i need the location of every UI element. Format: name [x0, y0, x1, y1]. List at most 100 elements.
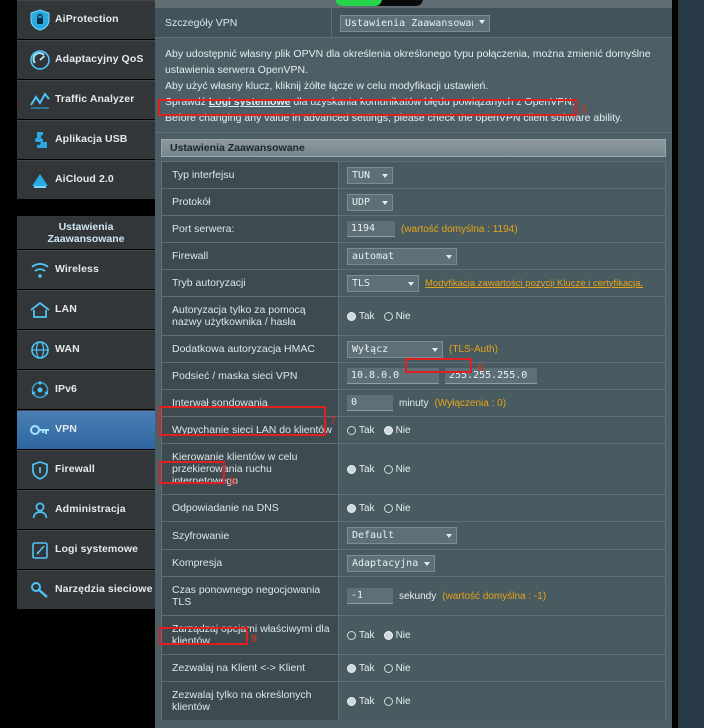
- gauge-icon: [25, 47, 55, 73]
- sidebar-item-usb-application[interactable]: Aplikacja USB: [17, 120, 155, 160]
- dns-respond-yes[interactable]: Tak: [347, 503, 375, 514]
- row-manage-client-options: Zarządzaj opcjami właściwymi dla klientó…: [162, 616, 665, 655]
- sidebar-item-wireless[interactable]: Wireless: [17, 250, 155, 290]
- dns-respond-no[interactable]: Nie: [383, 503, 411, 514]
- sidebar-divider: [0, 200, 155, 216]
- only-specified-clients-yes[interactable]: Tak: [347, 696, 375, 707]
- sidebar-item-label: AiProtection: [55, 13, 119, 26]
- server-port-input[interactable]: [347, 221, 395, 237]
- encryption-select[interactable]: DefaultNoneAES-128-CBCAES-256-CBC: [347, 527, 457, 544]
- sidebar-advanced-menu: Ustawienia Zaawansowane Wireless LAN WAN…: [17, 216, 155, 610]
- row-subnet-mask: Podsieć / maska sieci VPN: [162, 363, 665, 390]
- poll-interval-input[interactable]: [347, 395, 393, 411]
- sidebar-item-vpn[interactable]: VPN: [17, 410, 155, 450]
- sidebar-item-firewall[interactable]: Firewall: [17, 450, 155, 490]
- firewall-label: Firewall: [162, 243, 339, 269]
- client-to-client-no[interactable]: Nie: [383, 662, 411, 674]
- wifi-icon: [25, 257, 55, 283]
- sidebar-item-label: Traffic Analyzer: [55, 93, 135, 106]
- row-redirect-internet: Kierowanie klientów w celu przekierowani…: [162, 444, 665, 495]
- hmac-select[interactable]: WyłączSHA1SHA256: [347, 340, 443, 358]
- username-only-auth-yes[interactable]: Tak: [347, 311, 375, 322]
- row-encryption: Szyfrowanie DefaultNoneAES-128-CBCAES-25…: [162, 522, 665, 550]
- row-push-lan: Wypychanie sieci LAN do klientów Tak Nie: [162, 417, 665, 444]
- sidebar-item-label: Adaptacyjny QoS: [55, 53, 144, 66]
- sidebar-item-network-tools[interactable]: Narzędzia sieciowe: [17, 570, 155, 610]
- manage-client-options-yes[interactable]: Tak: [347, 630, 375, 641]
- poll-interval-label: Interwał sondowania: [162, 390, 339, 416]
- sidebar-advanced-header-line2: Zaawansowane: [47, 232, 125, 245]
- auth-mode-label: Tryb autoryzacji: [162, 270, 339, 296]
- sidebar-advanced-header-line1: Ustawienia: [58, 220, 114, 233]
- vpn-details-select[interactable]: Ustawienia ZaawansowaneOgólne: [340, 15, 490, 32]
- sidebar-item-system-log[interactable]: Logi systemowe: [17, 530, 155, 570]
- redirect-internet-yes[interactable]: Tak: [347, 464, 375, 475]
- sidebar-item-administration[interactable]: Administracja: [17, 490, 155, 530]
- system-log-link[interactable]: Logi systemowe: [209, 96, 291, 108]
- sidebar-item-aiprotection[interactable]: AiProtection: [17, 0, 155, 40]
- row-firewall: Firewall automatWyłączWłasne: [162, 243, 665, 270]
- poll-interval-note: (Wyłączenia : 0): [434, 397, 507, 409]
- sidebar-item-label: IPv6: [55, 383, 77, 396]
- protocol-select[interactable]: UDPTCP: [347, 193, 393, 211]
- tls-renegotiation-note: (wartość domyślna : -1): [442, 590, 547, 602]
- sidebar-item-label: Narzędzia sieciowe: [55, 583, 153, 596]
- client-to-client-yes[interactable]: Tak: [347, 663, 375, 674]
- sidebar-item-traffic-analyzer[interactable]: Traffic Analyzer: [17, 80, 155, 120]
- tls-renegotiation-label: Czas ponownego negocjowania TLS: [162, 577, 339, 615]
- sidebar-item-label: Logi systemowe: [55, 543, 139, 556]
- vpn-enable-toggle[interactable]: [335, 0, 423, 6]
- firewall-select[interactable]: automatWyłączWłasne: [347, 247, 457, 265]
- chart-line-icon: [25, 87, 55, 113]
- vpn-subnet-input[interactable]: [347, 368, 439, 384]
- radio-label: Tak: [359, 629, 375, 641]
- client-to-client-radiogroup: Tak Nie: [347, 663, 411, 674]
- encryption-label: Szyfrowanie: [162, 522, 339, 549]
- log-pencil-icon: [25, 537, 55, 563]
- radio-label: Nie: [395, 662, 411, 674]
- row-server-port: Port serwera: (wartość domyślna : 1194): [162, 216, 665, 243]
- radio-label: Nie: [395, 629, 411, 641]
- username-only-auth-no[interactable]: Nie: [383, 310, 411, 322]
- only-specified-clients-no[interactable]: Nie: [383, 695, 411, 707]
- sidebar-item-label: Firewall: [55, 463, 95, 476]
- only-specified-clients-radiogroup: Tak Nie: [347, 696, 411, 707]
- radio-label: Nie: [395, 695, 411, 707]
- advanced-settings-section-title: Ustawienia Zaawansowane: [161, 139, 666, 157]
- sidebar-item-wan[interactable]: WAN: [17, 330, 155, 370]
- push-lan-no[interactable]: Nie: [383, 425, 411, 436]
- subnet-mask-label: Podsieć / maska sieci VPN: [162, 363, 339, 389]
- hmac-note: (TLS-Auth): [449, 343, 498, 355]
- sidebar: AiProtection Adaptacyjny QoS Traffic Ana…: [0, 0, 155, 728]
- server-port-note: (wartość domyślna : 1194): [401, 223, 518, 235]
- row-client-to-client: Zezwalaj na Klient <-> Klient Tak Nie: [162, 655, 665, 682]
- sidebar-item-label: WAN: [55, 343, 80, 356]
- interface-type-select[interactable]: TUNTAP: [347, 166, 393, 184]
- manage-client-options-no[interactable]: Nie: [383, 629, 411, 641]
- row-tls-renegotiation: Czas ponownego negocjowania TLS sekundy …: [162, 577, 665, 616]
- cloud-house-icon: [25, 167, 55, 193]
- row-hmac: Dodatkowa autoryzacja HMAC WyłączSHA1SHA…: [162, 336, 665, 363]
- sidebar-item-lan[interactable]: LAN: [17, 290, 155, 330]
- sidebar-item-label: LAN: [55, 303, 77, 316]
- sidebar-item-adaptive-qos[interactable]: Adaptacyjny QoS: [17, 40, 155, 80]
- right-background-pane: [672, 0, 704, 728]
- compression-select[interactable]: AdaptacyjnaBrakLZO: [347, 554, 435, 572]
- redirect-internet-label: Kierowanie klientów w celu przekierowani…: [162, 444, 339, 494]
- sidebar-item-label: AiCloud 2.0: [55, 173, 114, 186]
- hmac-label: Dodatkowa autoryzacja HMAC: [162, 336, 339, 362]
- vpn-netmask-input[interactable]: [445, 368, 537, 384]
- row-interface-type: Typ interfejsu TUNTAP: [162, 162, 665, 189]
- sidebar-item-ipv6[interactable]: IPv6: [17, 370, 155, 410]
- sidebar-item-aicloud[interactable]: AiCloud 2.0: [17, 160, 155, 200]
- redirect-internet-no[interactable]: Nie: [383, 464, 411, 475]
- auth-mode-select[interactable]: TLSKlucz statyczny: [347, 274, 419, 292]
- push-lan-yes[interactable]: Tak: [347, 425, 375, 436]
- keys-and-certs-link[interactable]: Modyfikacja zawartości pozycji Klucze i …: [425, 278, 643, 289]
- radio-label: Nie: [395, 310, 411, 322]
- manage-client-options-label: Zarządzaj opcjami właściwymi dla klientó…: [162, 616, 339, 654]
- tls-renegotiation-input[interactable]: [347, 588, 393, 604]
- sidebar-advanced-header: Ustawienia Zaawansowane: [17, 216, 155, 250]
- row-username-only-auth: Autoryzacja tylko za pomocą nazwy użytko…: [162, 297, 665, 336]
- protocol-label: Protokół: [162, 189, 339, 215]
